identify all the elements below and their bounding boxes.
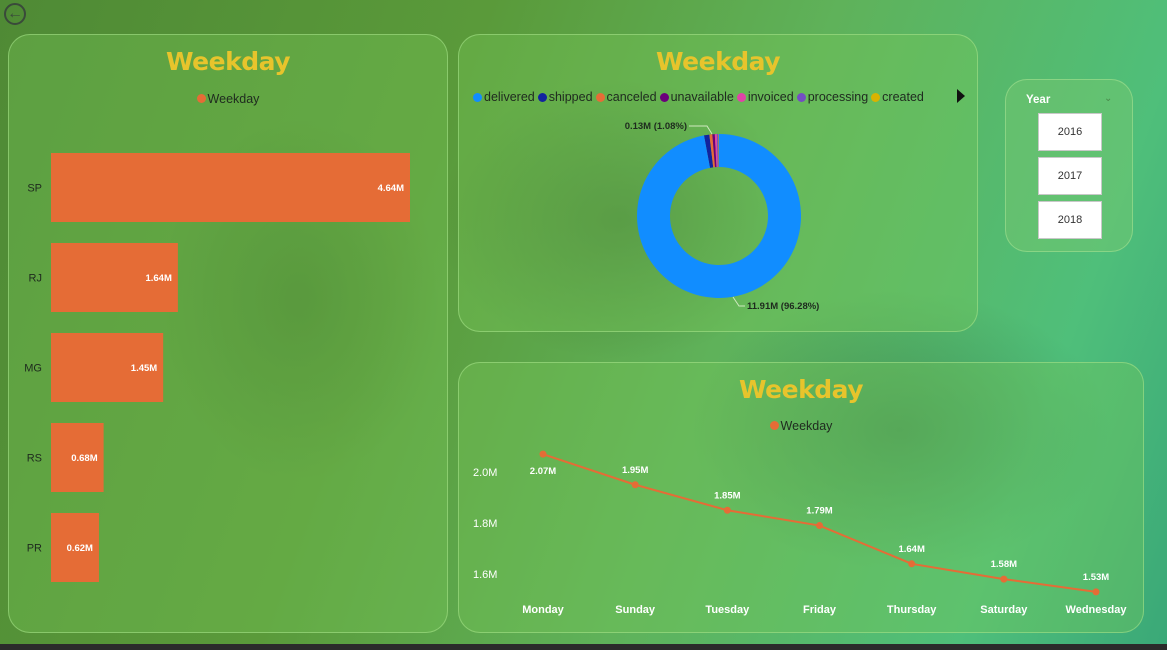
x-tick-label: Sunday xyxy=(615,604,656,616)
bar xyxy=(51,153,410,222)
bar-data-label: 4.64M xyxy=(378,183,404,194)
line-point xyxy=(1000,575,1008,583)
bar-data-label: 0.62M xyxy=(67,543,93,554)
leader-line xyxy=(732,296,745,307)
line-data-label: 2.07M xyxy=(530,466,556,477)
bar-data-label: 1.45M xyxy=(131,363,157,374)
year-option-2016[interactable]: 2016 xyxy=(1038,113,1102,151)
line-data-label: 1.53M xyxy=(1083,572,1109,583)
line-data-label: 1.64M xyxy=(898,544,924,555)
donut-slice-delivered xyxy=(637,134,801,298)
donut-chart-card: Weekday delivered shipped canceled unavaila… xyxy=(458,34,978,332)
year-slicer-title: Year xyxy=(1026,94,1051,106)
donut-data-label-shipped: 0.13M (1.08%) xyxy=(625,121,687,132)
year-option-2017[interactable]: 2017 xyxy=(1038,157,1102,195)
donut-data-label-delivered: 11.91M (96.28%) xyxy=(747,301,819,312)
bar-data-label: 1.64M xyxy=(145,273,171,284)
donut-chart: 0.13M (1.08%) 11.91M (96.28%) xyxy=(625,121,820,312)
line-point xyxy=(816,522,823,530)
bar-data-label: 0.68M xyxy=(71,453,97,464)
bar-chart-card: Weekday Weekday SP 4.64M RJ 1.64M MG 1.45M RS 0… xyxy=(8,34,448,633)
x-tick-label: Saturday xyxy=(980,604,1028,616)
x-tick-label: Tuesday xyxy=(705,604,750,616)
bar-category-label: RS xyxy=(27,453,42,465)
x-tick-label: Monday xyxy=(522,604,564,616)
line-point xyxy=(1092,588,1100,596)
chevron-down-icon[interactable]: ⌄ xyxy=(1104,93,1112,104)
bar-chart: SP 4.64M RJ 1.64M MG 1.45M RS 0.68M PR 0.62M xyxy=(24,153,410,582)
line-chart-card: Weekday Weekday 2.0M 1.8M 1.6M 2.07M Monday 1… xyxy=(458,362,1144,633)
x-tick-label: Thursday xyxy=(887,604,937,616)
year-option-2018[interactable]: 2018 xyxy=(1038,201,1102,239)
line-data-label: 1.85M xyxy=(714,490,740,501)
year-slicer: Year ⌄ 2016 2017 2018 xyxy=(1005,79,1133,252)
y-tick-label: 1.6M xyxy=(473,569,497,581)
leader-line xyxy=(689,125,713,135)
back-arrow-icon[interactable]: ← xyxy=(4,3,26,25)
bar-category-label: MG xyxy=(24,363,42,375)
y-tick-label: 2.0M xyxy=(473,467,497,479)
line-point xyxy=(723,506,731,514)
x-tick-label: Friday xyxy=(803,604,837,616)
x-tick-label: Wednesday xyxy=(1066,604,1128,616)
line-data-label: 1.79M xyxy=(806,506,832,517)
line-data-label: 1.58M xyxy=(991,559,1017,570)
bar-category-label: PR xyxy=(27,543,42,555)
line-point xyxy=(539,450,547,458)
y-tick-label: 1.8M xyxy=(473,518,497,530)
bar-category-label: RJ xyxy=(29,273,42,285)
bottom-strip xyxy=(0,644,1167,650)
line-point xyxy=(908,560,916,568)
line-chart: 2.0M 1.8M 1.6M 2.07M Monday 1.95M Sunday 1.85M T… xyxy=(473,450,1128,616)
line-data-label: 1.95M xyxy=(622,465,648,476)
line-point xyxy=(631,481,639,489)
bar-category-label: SP xyxy=(27,183,42,195)
